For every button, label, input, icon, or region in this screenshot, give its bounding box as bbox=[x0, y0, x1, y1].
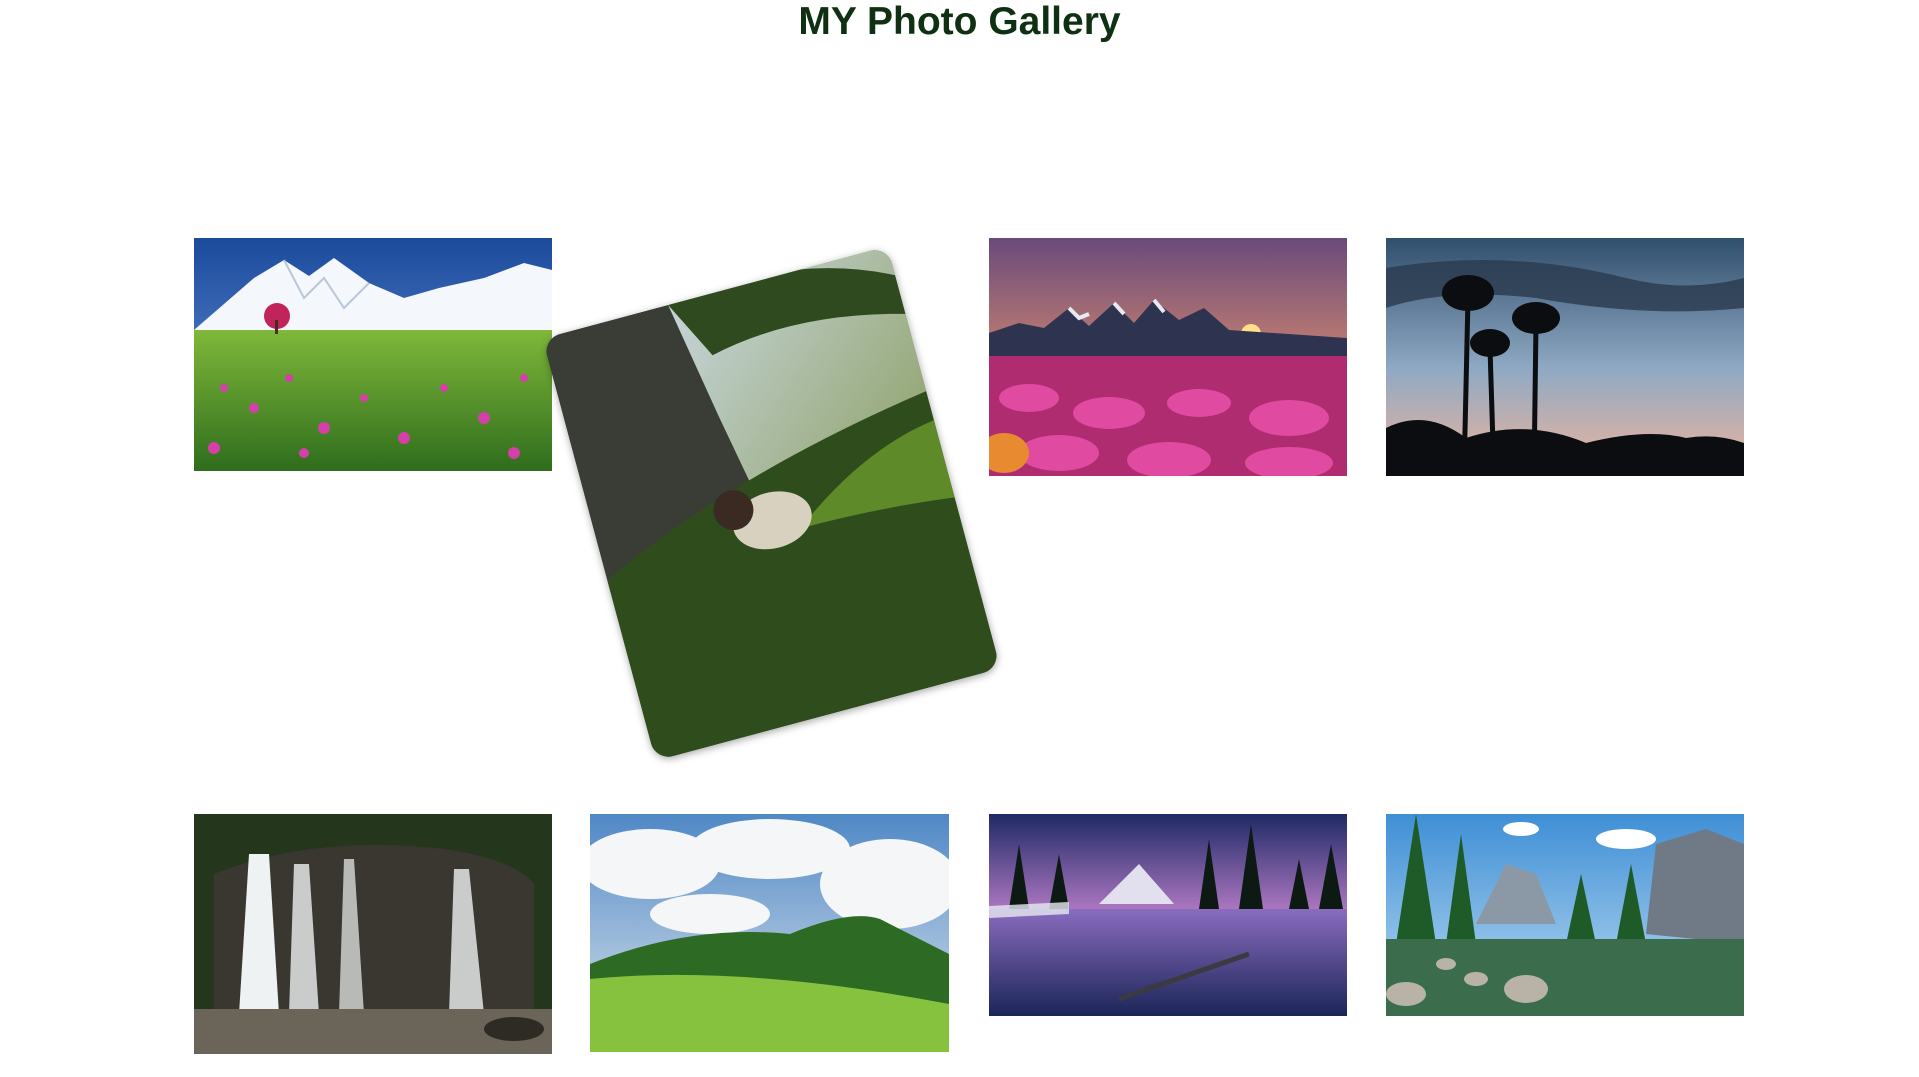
photo-image bbox=[1386, 238, 1744, 476]
gallery-photo-waterfall[interactable] bbox=[194, 814, 552, 1054]
photo-image bbox=[194, 238, 552, 471]
gallery-photo-tree-child[interactable] bbox=[542, 246, 1001, 761]
photo-image bbox=[989, 814, 1347, 1016]
photo-image bbox=[1386, 814, 1744, 1016]
gallery-photo-night-lake[interactable] bbox=[989, 814, 1347, 1016]
page-title: MY Photo Gallery bbox=[798, 0, 1121, 43]
photo-image bbox=[989, 238, 1347, 476]
gallery-photo-sunset-mountains[interactable] bbox=[989, 238, 1347, 476]
photo-image bbox=[542, 246, 1001, 761]
gallery-photo-snowy-mountain[interactable] bbox=[194, 238, 552, 471]
gallery-photo-valley-river[interactable] bbox=[1386, 814, 1744, 1016]
gallery-photo-palm-silhouettes[interactable] bbox=[1386, 238, 1744, 476]
gallery-photo-green-hill[interactable] bbox=[590, 814, 949, 1052]
photo-image bbox=[194, 814, 552, 1054]
photo-image bbox=[590, 814, 949, 1052]
